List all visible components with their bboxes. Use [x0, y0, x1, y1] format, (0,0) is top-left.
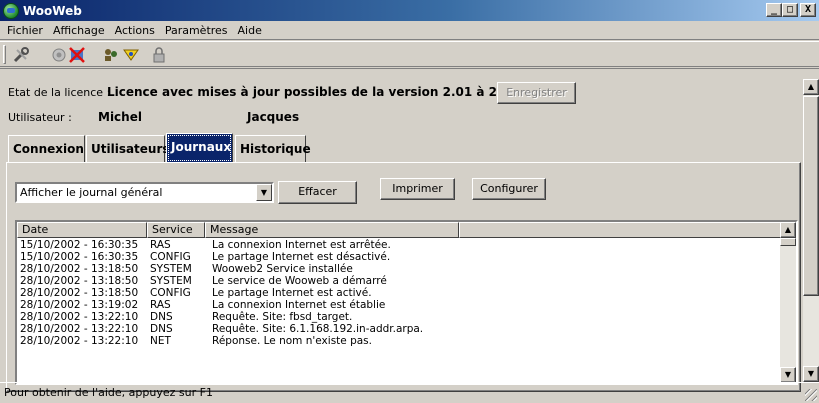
menu-bar: Fichier Affichage Actions Paramètres Aid… [0, 21, 819, 40]
main-content: Etat de la licence : Licence avec mises … [0, 68, 819, 392]
log-message: Requête. Site: fbsd_target. [212, 311, 353, 323]
log-row[interactable]: 28/10/2002 - 13:22:10 NET Réponse. Le nom … [17, 335, 782, 347]
scroll-up-icon[interactable]: ▲ [780, 222, 796, 238]
log-list-body: 15/10/2002 - 16:30:35 RAS La connexion Int… [17, 239, 782, 383]
log-select[interactable]: Afficher le journal général ▼ [15, 182, 274, 203]
log-date: 28/10/2002 - 13:19:02 [20, 299, 139, 311]
no-connection-icon[interactable] [68, 46, 86, 64]
log-service: CONFIG [150, 251, 191, 263]
log-message: Réponse. Le nom n'existe pas. [212, 335, 372, 347]
status-bar: Pour obtenir de l'aide, appuyez sur F1 [0, 382, 819, 403]
column-header-message[interactable]: Message [205, 222, 459, 238]
user-first-name: Michel [98, 110, 142, 124]
log-row[interactable]: 28/10/2002 - 13:18:50 SYSTEM Le service de… [17, 275, 782, 287]
log-service: SYSTEM [150, 263, 192, 275]
log-service: DNS [150, 311, 173, 323]
tab-utilisateurs[interactable]: Utilisateurs [86, 135, 170, 163]
log-service: NET [150, 335, 171, 347]
log-select-value: Afficher le journal général [20, 186, 163, 199]
minimize-button[interactable]: _ [766, 3, 782, 17]
log-date: 28/10/2002 - 13:22:10 [20, 311, 139, 323]
log-message: Requête. Site: 6.1.168.192.in-addr.arpa. [212, 323, 424, 335]
print-button[interactable]: Imprimer [380, 178, 455, 200]
log-service: CONFIG [150, 287, 191, 299]
log-service: RAS [150, 299, 171, 311]
log-row[interactable]: 15/10/2002 - 16:30:35 RAS La connexion Int… [17, 239, 782, 251]
column-header-date[interactable]: Date [17, 222, 147, 238]
log-date: 28/10/2002 - 13:18:50 [20, 287, 139, 299]
chevron-down-icon[interactable]: ▼ [256, 184, 272, 201]
log-list-scroll-thumb[interactable] [780, 238, 796, 246]
log-row[interactable]: 28/10/2002 - 13:19:02 RAS La connexion Int… [17, 299, 782, 311]
tools-icon[interactable] [12, 46, 30, 64]
tab-historique[interactable]: Historique [235, 135, 311, 163]
log-message: La connexion Internet est arrêtée. [212, 239, 391, 251]
menu-fichier[interactable]: Fichier [2, 24, 48, 37]
log-message: Le partage Internet est désactivé. [212, 251, 391, 263]
toolbar [0, 41, 819, 67]
window-controls: _ □ X [766, 3, 816, 17]
license-value: Licence avec mises à jour possibles de l… [107, 85, 519, 99]
status-text: Pour obtenir de l'aide, appuyez sur F1 [4, 386, 213, 399]
close-button[interactable]: X [800, 3, 816, 17]
user-label: Utilisateur : [8, 111, 72, 124]
app-globe-icon [3, 2, 19, 19]
clear-button[interactable]: Effacer [278, 181, 357, 204]
maximize-button[interactable]: □ [782, 3, 798, 17]
disconnect-icon[interactable] [50, 46, 68, 64]
menu-parametres[interactable]: Paramètres [160, 24, 233, 37]
menu-actions[interactable]: Actions [110, 24, 160, 37]
log-row[interactable]: 15/10/2002 - 16:30:35 CONFIG Le partage In… [17, 251, 782, 263]
log-date: 28/10/2002 - 13:18:50 [20, 275, 139, 287]
title-bar[interactable]: WooWeb _ □ X [0, 0, 819, 21]
register-button[interactable]: Enregistrer [497, 82, 576, 104]
scroll-down-icon[interactable]: ▼ [780, 367, 796, 383]
log-service: RAS [150, 239, 171, 251]
log-message: Le service de Wooweb a démarré [212, 275, 387, 287]
menu-affichage[interactable]: Affichage [48, 24, 110, 37]
help-icon[interactable] [122, 46, 140, 64]
window-scroll-thumb[interactable] [803, 96, 819, 296]
license-label: Etat de la licence : [8, 86, 111, 99]
log-message: La connexion Internet est établie [212, 299, 386, 311]
log-row[interactable]: 28/10/2002 - 13:22:10 DNS Requête. Site: 6… [17, 323, 782, 335]
log-date: 28/10/2002 - 13:22:10 [20, 323, 139, 335]
log-row[interactable]: 28/10/2002 - 13:18:50 SYSTEM Wooweb2 Servi… [17, 263, 782, 275]
log-list-header: Date Service Message [17, 222, 796, 238]
resize-grip-icon[interactable] [805, 389, 817, 401]
tab-journaux[interactable]: Journaux [166, 133, 233, 163]
configure-button[interactable]: Configurer [472, 178, 546, 200]
menu-aide[interactable]: Aide [233, 24, 267, 37]
users-icon[interactable] [102, 46, 120, 64]
window-scroll-up-icon[interactable]: ▲ [803, 79, 819, 95]
log-row[interactable]: 28/10/2002 - 13:22:10 DNS Requête. Site: f… [17, 311, 782, 323]
log-date: 28/10/2002 - 13:18:50 [20, 263, 139, 275]
log-date: 15/10/2002 - 16:30:35 [20, 251, 139, 263]
log-row[interactable]: 28/10/2002 - 13:18:50 CONFIG Le partage In… [17, 287, 782, 299]
toolbar-grip[interactable] [3, 45, 6, 64]
log-service: SYSTEM [150, 275, 192, 287]
column-header-filler [459, 222, 782, 238]
column-header-service[interactable]: Service [147, 222, 205, 238]
log-date: 15/10/2002 - 16:30:35 [20, 239, 139, 251]
user-last-name: Jacques [247, 110, 300, 124]
window-title: WooWeb [23, 3, 82, 18]
log-message: Le partage Internet est activé. [212, 287, 372, 299]
log-list-scrollbar[interactable]: ▲ ▼ [780, 222, 796, 383]
log-list[interactable]: Date Service Message 15/10/2002 - 16:30:… [15, 220, 798, 385]
lock-icon[interactable] [150, 46, 168, 64]
log-message: Wooweb2 Service installée [212, 263, 353, 275]
log-service: DNS [150, 323, 173, 335]
log-date: 28/10/2002 - 13:22:10 [20, 335, 139, 347]
window-scroll-down-icon[interactable]: ▼ [803, 366, 819, 382]
window-scrollbar[interactable]: ▲ ▼ [803, 79, 819, 382]
tab-connexion[interactable]: Connexion [8, 135, 85, 163]
